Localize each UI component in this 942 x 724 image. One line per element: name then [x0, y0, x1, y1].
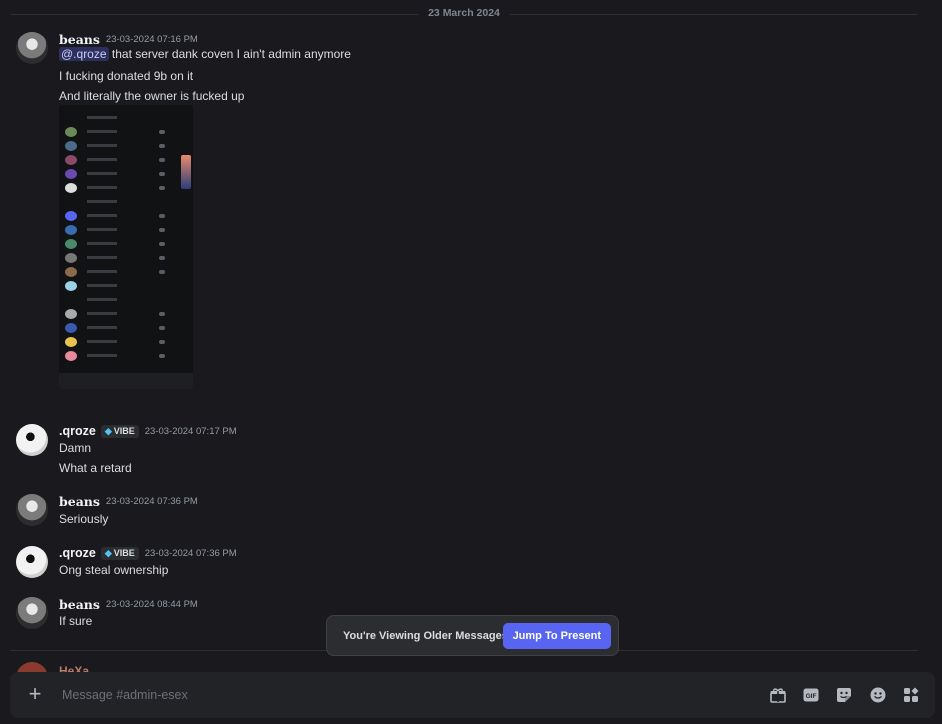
server-tag-label: VIBE [113, 548, 135, 558]
gem-icon: ◆ [104, 425, 112, 436]
date-divider-label: 23 March 2024 [418, 7, 510, 19]
message-text: Damn [59, 441, 92, 455]
server-tag[interactable]: ◆ VIBE [100, 546, 139, 560]
message-text: Ong steal ownership [59, 563, 169, 577]
server-tag[interactable]: ◆ VIBE [100, 424, 139, 438]
gift-icon[interactable] [769, 686, 787, 704]
timestamp: 23-03-2024 07:36 PM [144, 547, 237, 559]
svg-text:GIF: GIF [806, 693, 817, 700]
heart-icon: ♥ [16, 494, 20, 502]
server-tag-label: VIBE [113, 426, 135, 436]
avatar[interactable]: ♥ [16, 494, 48, 526]
older-messages-bar: You're Viewing Older Messages Jump To Pr… [326, 615, 619, 656]
message-text: @.qroze that server dank coven I ain't a… [59, 47, 351, 61]
heart-icon: ♥ [16, 32, 20, 40]
avatar[interactable]: ♥ [16, 597, 48, 629]
message-text: And literally the owner is fucked up [59, 89, 245, 103]
date-divider: 23 March 2024 [10, 7, 918, 19]
avatar[interactable] [16, 546, 48, 578]
message-input[interactable] [62, 684, 662, 706]
gem-icon: ◆ [104, 547, 112, 558]
sticker-icon[interactable] [835, 686, 853, 704]
timestamp: 23-03-2024 08:44 PM [105, 599, 198, 610]
avatar[interactable] [16, 662, 48, 672]
apps-icon[interactable] [902, 686, 920, 704]
gif-icon[interactable]: GIF [802, 686, 820, 704]
message-text: I fucking donated 9b on it [59, 69, 194, 83]
older-messages-notice: You're Viewing Older Messages [343, 629, 508, 642]
message-text: If sure [59, 614, 93, 628]
username[interactable]: beans [59, 597, 100, 612]
user-mention[interactable]: @.qroze [59, 47, 109, 61]
username[interactable]: HeXa [59, 664, 89, 672]
message-text: Seriously [59, 512, 109, 526]
message-text: What a retard [59, 461, 132, 475]
message-list[interactable]: 23 March 2024 ♥ beans 23-03-2024 07:16 P… [0, 0, 942, 672]
image-attachment[interactable] [59, 105, 193, 389]
username[interactable]: beans [59, 32, 100, 47]
username[interactable]: .qroze [59, 546, 96, 560]
jump-to-present-button[interactable]: Jump To Present [502, 623, 611, 649]
timestamp: 23-03-2024 07:17 PM [144, 425, 237, 437]
heart-icon: ♥ [16, 597, 20, 605]
timestamp: 23-03-2024 07:36 PM [105, 496, 198, 507]
timestamp: 23-03-2024 07:16 PM [105, 34, 198, 45]
emoji-icon[interactable] [869, 686, 887, 704]
message-text-content: that server dank coven I ain't admin any… [111, 47, 351, 61]
username[interactable]: beans [59, 494, 100, 509]
avatar[interactable] [16, 424, 48, 456]
avatar[interactable]: ♥ [16, 32, 48, 64]
username[interactable]: .qroze [59, 424, 96, 438]
message-composer: + GIF [10, 672, 935, 718]
attach-plus-icon[interactable]: + [24, 683, 46, 706]
